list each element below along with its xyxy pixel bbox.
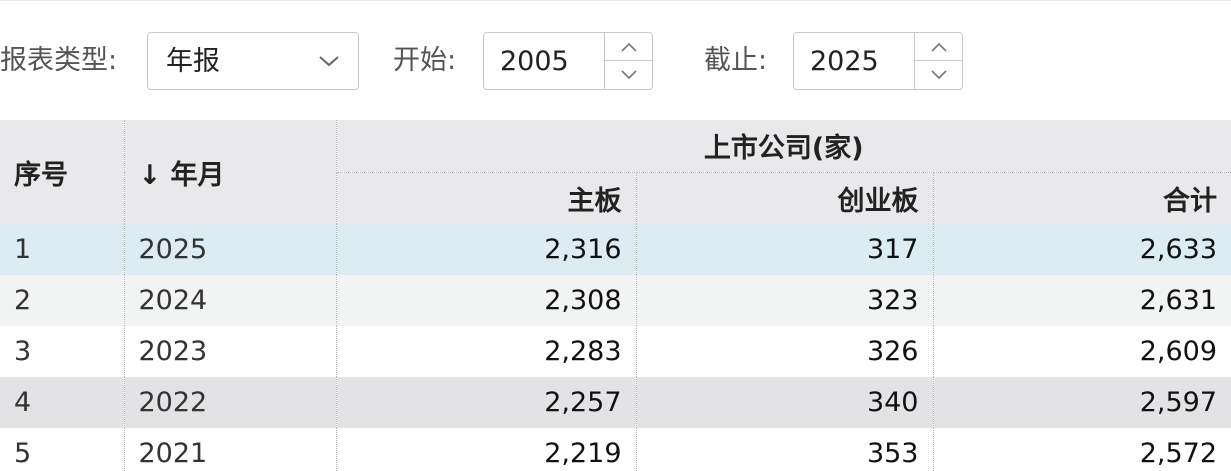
cell-seq: 5: [0, 428, 125, 471]
cell-main-board: 2,219: [336, 428, 637, 471]
header-year-sort[interactable]: ↓ 年月: [124, 120, 337, 224]
cell-seq: 4: [0, 377, 125, 428]
end-increment-button[interactable]: [915, 33, 962, 61]
listed-companies-table: 序号 ↓ 年月 上市公司(家) 主板 创业板 合计 1 2025 2,316 3…: [0, 120, 1231, 471]
cell-chinext: 353: [636, 428, 934, 471]
cell-chinext: 326: [636, 326, 934, 377]
start-year-value: 2005: [500, 46, 569, 77]
start-year-input[interactable]: 2005: [483, 32, 653, 90]
cell-main-board: 2,257: [336, 377, 637, 428]
chevron-up-icon: [620, 42, 637, 52]
cell-year: 2023: [124, 326, 337, 377]
header-chinext[interactable]: 创业板: [636, 172, 934, 224]
chevron-down-icon: [319, 56, 339, 67]
cell-total: 2,597: [933, 377, 1231, 428]
cell-main-board: 2,283: [336, 326, 637, 377]
cell-main-board: 2,316: [336, 224, 637, 275]
table-header: 序号 ↓ 年月 上市公司(家) 主板 创业板 合计: [0, 120, 1231, 224]
chevron-down-icon: [930, 70, 947, 80]
end-decrement-button[interactable]: [915, 61, 962, 89]
header-main-board[interactable]: 主板: [336, 172, 637, 224]
table-row[interactable]: 2 2024 2,308 323 2,631: [0, 275, 1231, 326]
cell-chinext: 323: [636, 275, 934, 326]
report-type-label: 报表类型:: [0, 45, 118, 76]
chevron-up-icon: [930, 42, 947, 52]
end-year-input[interactable]: 2025: [793, 32, 963, 90]
start-decrement-button[interactable]: [605, 61, 652, 89]
end-year-value: 2025: [810, 46, 879, 77]
cell-total: 2,609: [933, 326, 1231, 377]
header-seq[interactable]: 序号: [0, 120, 125, 224]
table-row[interactable]: 3 2023 2,283 326 2,609: [0, 326, 1231, 377]
cell-seq: 1: [0, 224, 125, 275]
chevron-down-icon: [620, 70, 637, 80]
cell-main-board: 2,308: [336, 275, 637, 326]
report-type-value: 年报: [166, 46, 220, 77]
start-year-spinner: [604, 33, 652, 89]
end-label: 截止:: [704, 45, 768, 76]
cell-seq: 2: [0, 275, 125, 326]
cell-year: 2024: [124, 275, 337, 326]
header-total[interactable]: 合计: [933, 172, 1231, 224]
end-year-spinner: [914, 33, 962, 89]
table-row[interactable]: 4 2022 2,257 340 2,597: [0, 377, 1231, 428]
table-row[interactable]: 5 2021 2,219 353 2,572: [0, 428, 1231, 471]
header-listed-companies: 上市公司(家): [336, 120, 1231, 173]
start-increment-button[interactable]: [605, 33, 652, 61]
cell-total: 2,631: [933, 275, 1231, 326]
cell-chinext: 340: [636, 377, 934, 428]
cell-year: 2022: [124, 377, 337, 428]
filter-bar: 报表类型: 年报 开始: 2005 截止: 2025: [0, 0, 1231, 120]
table-row[interactable]: 1 2025 2,316 317 2,633: [0, 224, 1231, 275]
cell-year: 2025: [124, 224, 337, 275]
cell-chinext: 317: [636, 224, 934, 275]
cell-seq: 3: [0, 326, 125, 377]
report-type-select[interactable]: 年报: [147, 32, 359, 90]
cell-total: 2,633: [933, 224, 1231, 275]
cell-total: 2,572: [933, 428, 1231, 471]
start-label: 开始:: [393, 45, 457, 76]
cell-year: 2021: [124, 428, 337, 471]
